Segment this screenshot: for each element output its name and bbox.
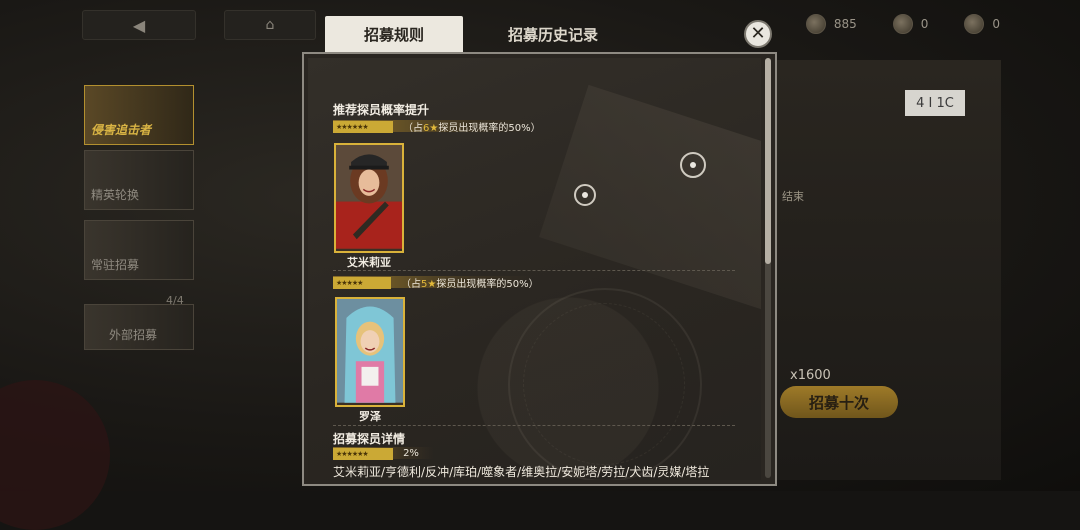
home-icon: ⌂: [265, 17, 275, 33]
tier-rate-text: （占5★探员出现概率的50%）: [401, 279, 539, 290]
target-marker-icon: [574, 184, 596, 206]
character-card-rose[interactable]: [335, 297, 405, 407]
character-portrait-rose: [337, 299, 403, 403]
currency-value: 0: [992, 17, 1000, 31]
detail-rate-value: 2%: [403, 448, 419, 459]
six-star-rating-icon: ★★★★★★: [333, 447, 393, 460]
detail-section-title: 招募探员详情: [333, 432, 406, 446]
coin-icon: [964, 14, 985, 34]
close-button[interactable]: ✕: [744, 20, 772, 48]
back-arrow-icon: ◀: [132, 15, 146, 35]
currency-value: 885: [833, 17, 857, 31]
gem-icon: [805, 14, 826, 34]
six-star-rating-icon: ★★★★★★: [333, 120, 393, 133]
scrollbar-thumb[interactable]: [765, 58, 771, 264]
five-star-rating-icon: ★★★★★: [333, 276, 391, 289]
sidebar-item-pursuer[interactable]: 侵害追击者: [84, 85, 194, 145]
sidebar-item-elite-rotation[interactable]: 精英轮换: [84, 150, 194, 210]
banner-end-label: 结束: [782, 190, 804, 203]
tab-recruit-rules[interactable]: 招募规则: [325, 16, 463, 52]
currency-gem: 885: [805, 14, 857, 34]
boost-section-title: 推荐探员概率提升: [333, 103, 430, 117]
stamp-decoration-inner: [523, 303, 685, 465]
sidebar-item-label: 外部招募: [109, 328, 158, 342]
tab-recruit-history[interactable]: 招募历史记录: [478, 16, 628, 52]
recruit-cost: x1600: [790, 368, 831, 383]
sidebar-item-external[interactable]: 外部招募: [84, 304, 194, 350]
character-portrait-emilia: [336, 145, 402, 249]
recruit-ten-button[interactable]: 招募十次: [780, 386, 898, 418]
section-divider: [333, 270, 735, 272]
currency-value: 0: [920, 17, 929, 31]
ticket-icon: [892, 14, 913, 34]
tier-five-rate: ★★★★★ （占5★探员出现概率的50%）: [333, 276, 539, 290]
sidebar-count: 4/4: [166, 294, 184, 307]
target-marker-icon: [680, 152, 706, 178]
character-card-emilia[interactable]: [334, 143, 404, 253]
character-name: 艾米莉亚: [347, 256, 391, 269]
detail-rate: ★★★★★★ 2%: [333, 447, 429, 460]
currency-coin: 0: [964, 14, 1000, 34]
back-button[interactable]: ◀: [82, 10, 196, 40]
sidebar-item-standard[interactable]: 常驻招募: [84, 220, 194, 280]
character-list: 艾米莉亚/亨德利/反冲/库珀/噬象者/维奥拉/安妮塔/劳拉/犬齿/灵媒/塔拉: [333, 465, 710, 479]
paper-decoration: [539, 84, 761, 312]
currency-bar: 885 0 0: [805, 14, 1000, 34]
character-name: 罗泽: [359, 410, 381, 423]
section-divider: [333, 425, 735, 427]
currency-ticket: 0: [892, 14, 929, 34]
home-button[interactable]: ⌂: [224, 10, 316, 40]
sidebar-item-label: 侵害追击者: [91, 123, 152, 137]
recruit-sidebar: 侵害追击者 精英轮换 常驻招募 外部招募: [84, 70, 196, 370]
sidebar-item-label: 精英轮换: [91, 188, 140, 202]
sidebar-item-label: 常驻招募: [91, 258, 140, 272]
banner-badge: 4 I 1C: [905, 90, 965, 116]
tier-six-rate: ★★★★★★ （占6★探员出现概率的50%）: [333, 120, 541, 134]
tier-rate-text: （占6★探员出现概率的50%）: [403, 123, 541, 134]
close-icon: ✕: [750, 23, 766, 44]
